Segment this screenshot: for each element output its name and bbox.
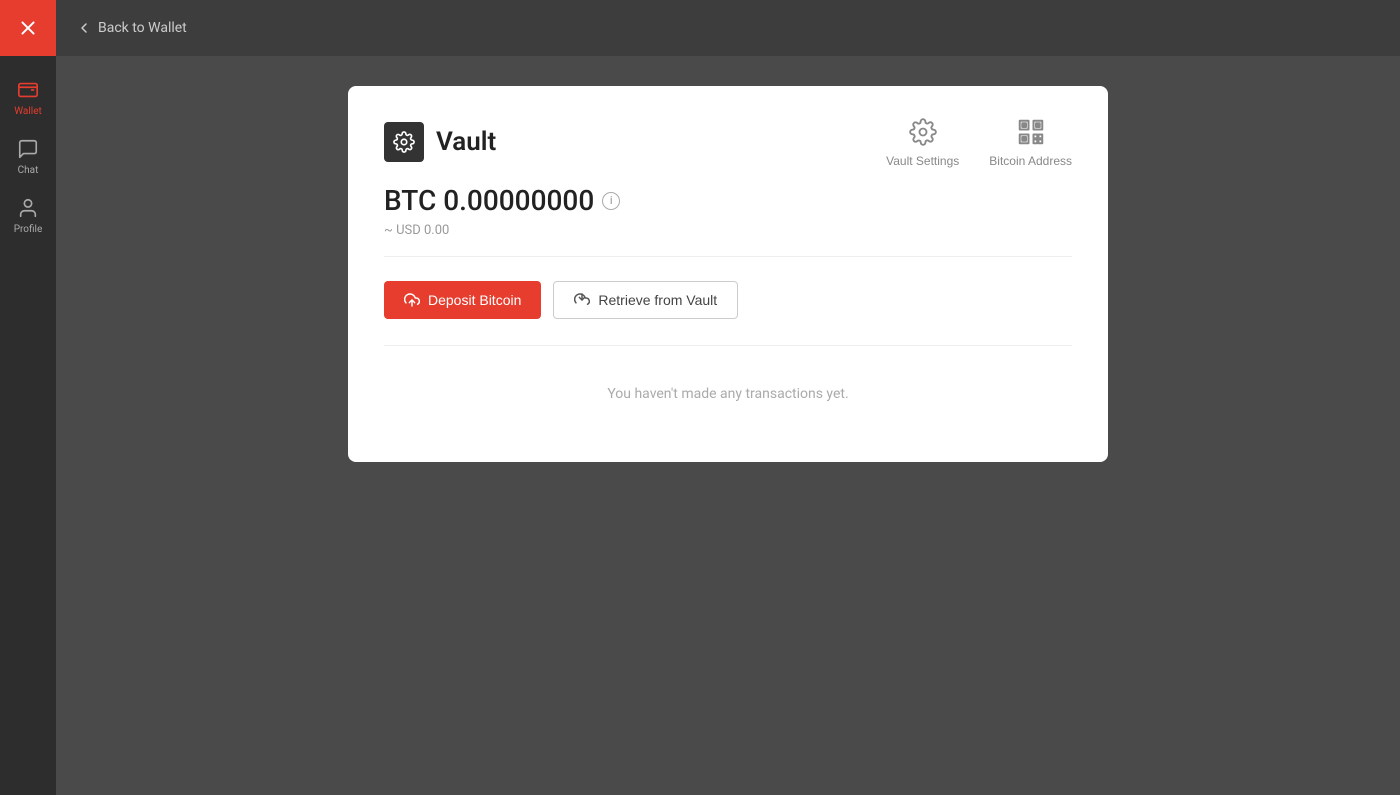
vault-title: Vault bbox=[436, 127, 496, 157]
content-area: Vault Vault Settings bbox=[56, 56, 1400, 795]
vault-title-section: Vault bbox=[384, 122, 496, 162]
bitcoin-address-label: Bitcoin Address bbox=[989, 154, 1072, 168]
empty-transactions-message: You haven't made any transactions yet. bbox=[384, 346, 1072, 422]
topbar: Back to Wallet bbox=[56, 0, 1400, 56]
sidebar: Wallet Chat Profile bbox=[0, 0, 56, 795]
sidebar-item-wallet-label: Wallet bbox=[14, 106, 42, 117]
bitcoin-address-icon bbox=[1015, 116, 1047, 148]
retrieve-from-vault-button[interactable]: Retrieve from Vault bbox=[553, 281, 738, 319]
retrieve-icon bbox=[574, 292, 590, 308]
bitcoin-address-button[interactable]: Bitcoin Address bbox=[989, 116, 1072, 168]
chat-icon bbox=[16, 137, 40, 161]
main-content: Back to Wallet Vault bbox=[56, 0, 1400, 795]
vault-gear-icon bbox=[393, 131, 415, 153]
vault-actions: Vault Settings bbox=[886, 116, 1072, 168]
profile-icon bbox=[16, 196, 40, 220]
sidebar-item-chat-label: Chat bbox=[18, 165, 39, 176]
vault-header: Vault Vault Settings bbox=[384, 116, 1072, 168]
sidebar-item-profile[interactable]: Profile bbox=[0, 184, 56, 243]
sidebar-nav: Wallet Chat Profile bbox=[0, 56, 56, 243]
x-icon bbox=[16, 16, 40, 40]
sidebar-item-profile-label: Profile bbox=[14, 224, 43, 235]
vault-divider bbox=[384, 256, 1072, 257]
vault-card: Vault Vault Settings bbox=[348, 86, 1108, 462]
btc-amount: BTC 0.00000000 bbox=[384, 184, 594, 217]
vault-buttons: Deposit Bitcoin Retrieve from Vault bbox=[384, 281, 1072, 335]
deposit-icon bbox=[404, 292, 420, 308]
vault-icon-box bbox=[384, 122, 424, 162]
btc-balance: BTC 0.00000000 i bbox=[384, 184, 1072, 217]
vault-settings-button[interactable]: Vault Settings bbox=[886, 116, 959, 168]
app-logo[interactable] bbox=[0, 0, 56, 56]
back-to-wallet-link[interactable]: Back to Wallet bbox=[76, 20, 187, 36]
deposit-bitcoin-button[interactable]: Deposit Bitcoin bbox=[384, 281, 541, 319]
wallet-icon bbox=[16, 78, 40, 102]
info-icon[interactable]: i bbox=[602, 192, 620, 210]
deposit-bitcoin-label: Deposit Bitcoin bbox=[428, 292, 521, 308]
vault-settings-icon bbox=[907, 116, 939, 148]
retrieve-from-vault-label: Retrieve from Vault bbox=[598, 292, 717, 308]
sidebar-item-wallet[interactable]: Wallet bbox=[0, 66, 56, 125]
back-label: Back to Wallet bbox=[98, 20, 187, 36]
usd-balance: ~ USD 0.00 bbox=[384, 223, 1072, 238]
back-chevron-icon bbox=[76, 20, 92, 36]
vault-settings-label: Vault Settings bbox=[886, 154, 959, 168]
sidebar-item-chat[interactable]: Chat bbox=[0, 125, 56, 184]
